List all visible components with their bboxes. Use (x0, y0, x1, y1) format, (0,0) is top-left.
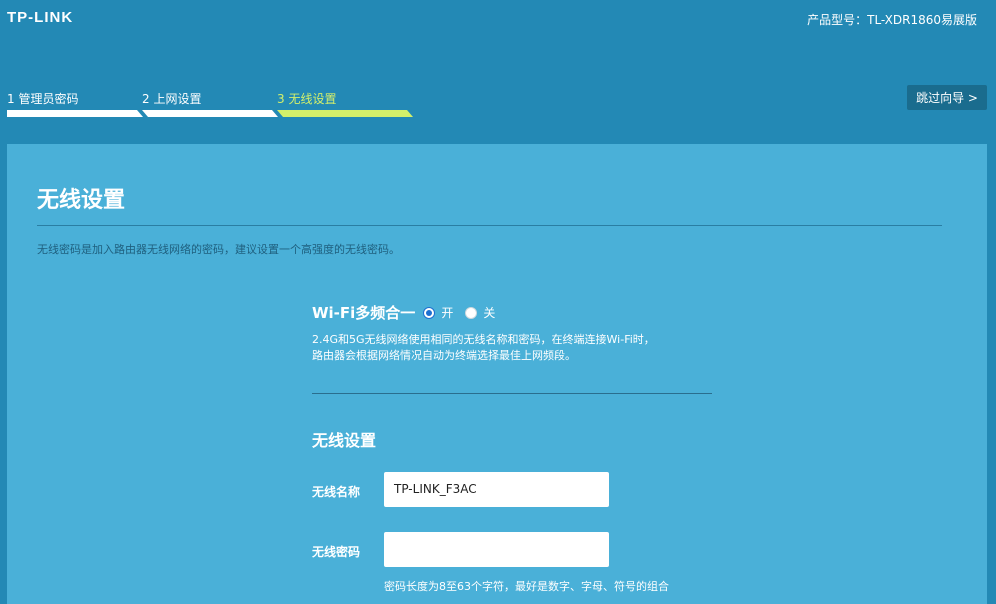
radio-unchecked-icon[interactable] (465, 306, 478, 319)
step-progress-bar (7, 110, 143, 117)
step-admin-password: 1 管理员密码 (7, 90, 143, 117)
step-label: 2 上网设置 (142, 92, 202, 106)
wifi-combine-on-option[interactable]: 开 (423, 304, 453, 321)
step-internet-setup: 2 上网设置 (142, 90, 278, 117)
password-hint: 密码长度为8至63个字符，最好是数字、字母、符号的组合 (384, 580, 669, 593)
description-line: 2.4G和5G无线网络使用相同的无线名称和密码，在终端连接Wi-Fi时， (312, 333, 655, 346)
section-divider (312, 393, 712, 394)
wifi-combine-description: 2.4G和5G无线网络使用相同的无线名称和密码，在终端连接Wi-Fi时， 路由器… (312, 332, 732, 364)
wifi-combine-title: Wi-Fi多频合一 (312, 304, 416, 322)
wireless-settings-panel: 无线设置 无线密码是加入路由器无线网络的密码，建议设置一个高强度的无线密码。 W… (7, 144, 987, 604)
wireless-name-input[interactable]: TP-LINK_F3AC (384, 472, 609, 507)
description-line: 路由器会根据网络情况自动为终端选择最佳上网频段。 (312, 349, 576, 362)
page-title: 无线设置 (37, 188, 126, 213)
wireless-name-label: 无线名称 (312, 485, 361, 499)
radio-checked-icon[interactable] (423, 306, 436, 319)
wifi-combine-row: Wi-Fi多频合一 开 关 (312, 302, 507, 323)
tp-link-logo: TP-LINK (7, 9, 74, 26)
step-wireless-setup: 3 无线设置 (277, 90, 413, 117)
step-label: 1 管理员密码 (7, 92, 79, 106)
wireless-password-input[interactable] (384, 532, 609, 567)
radio-label: 开 (441, 306, 454, 320)
wireless-password-label: 无线密码 (312, 545, 361, 559)
wireless-section-title: 无线设置 (312, 431, 377, 450)
step-label: 3 无线设置 (277, 92, 337, 106)
wifi-combine-off-option[interactable]: 关 (465, 304, 495, 321)
title-divider (37, 225, 942, 226)
radio-label: 关 (483, 306, 496, 320)
step-progress-bar (277, 110, 413, 117)
page-description: 无线密码是加入路由器无线网络的密码，建议设置一个高强度的无线密码。 (37, 243, 400, 256)
product-model-label: 产品型号：TL-XDR1860易展版 (807, 13, 977, 27)
step-progress-bar (142, 110, 278, 117)
skip-wizard-button[interactable]: 跳过向导 > (907, 85, 987, 110)
